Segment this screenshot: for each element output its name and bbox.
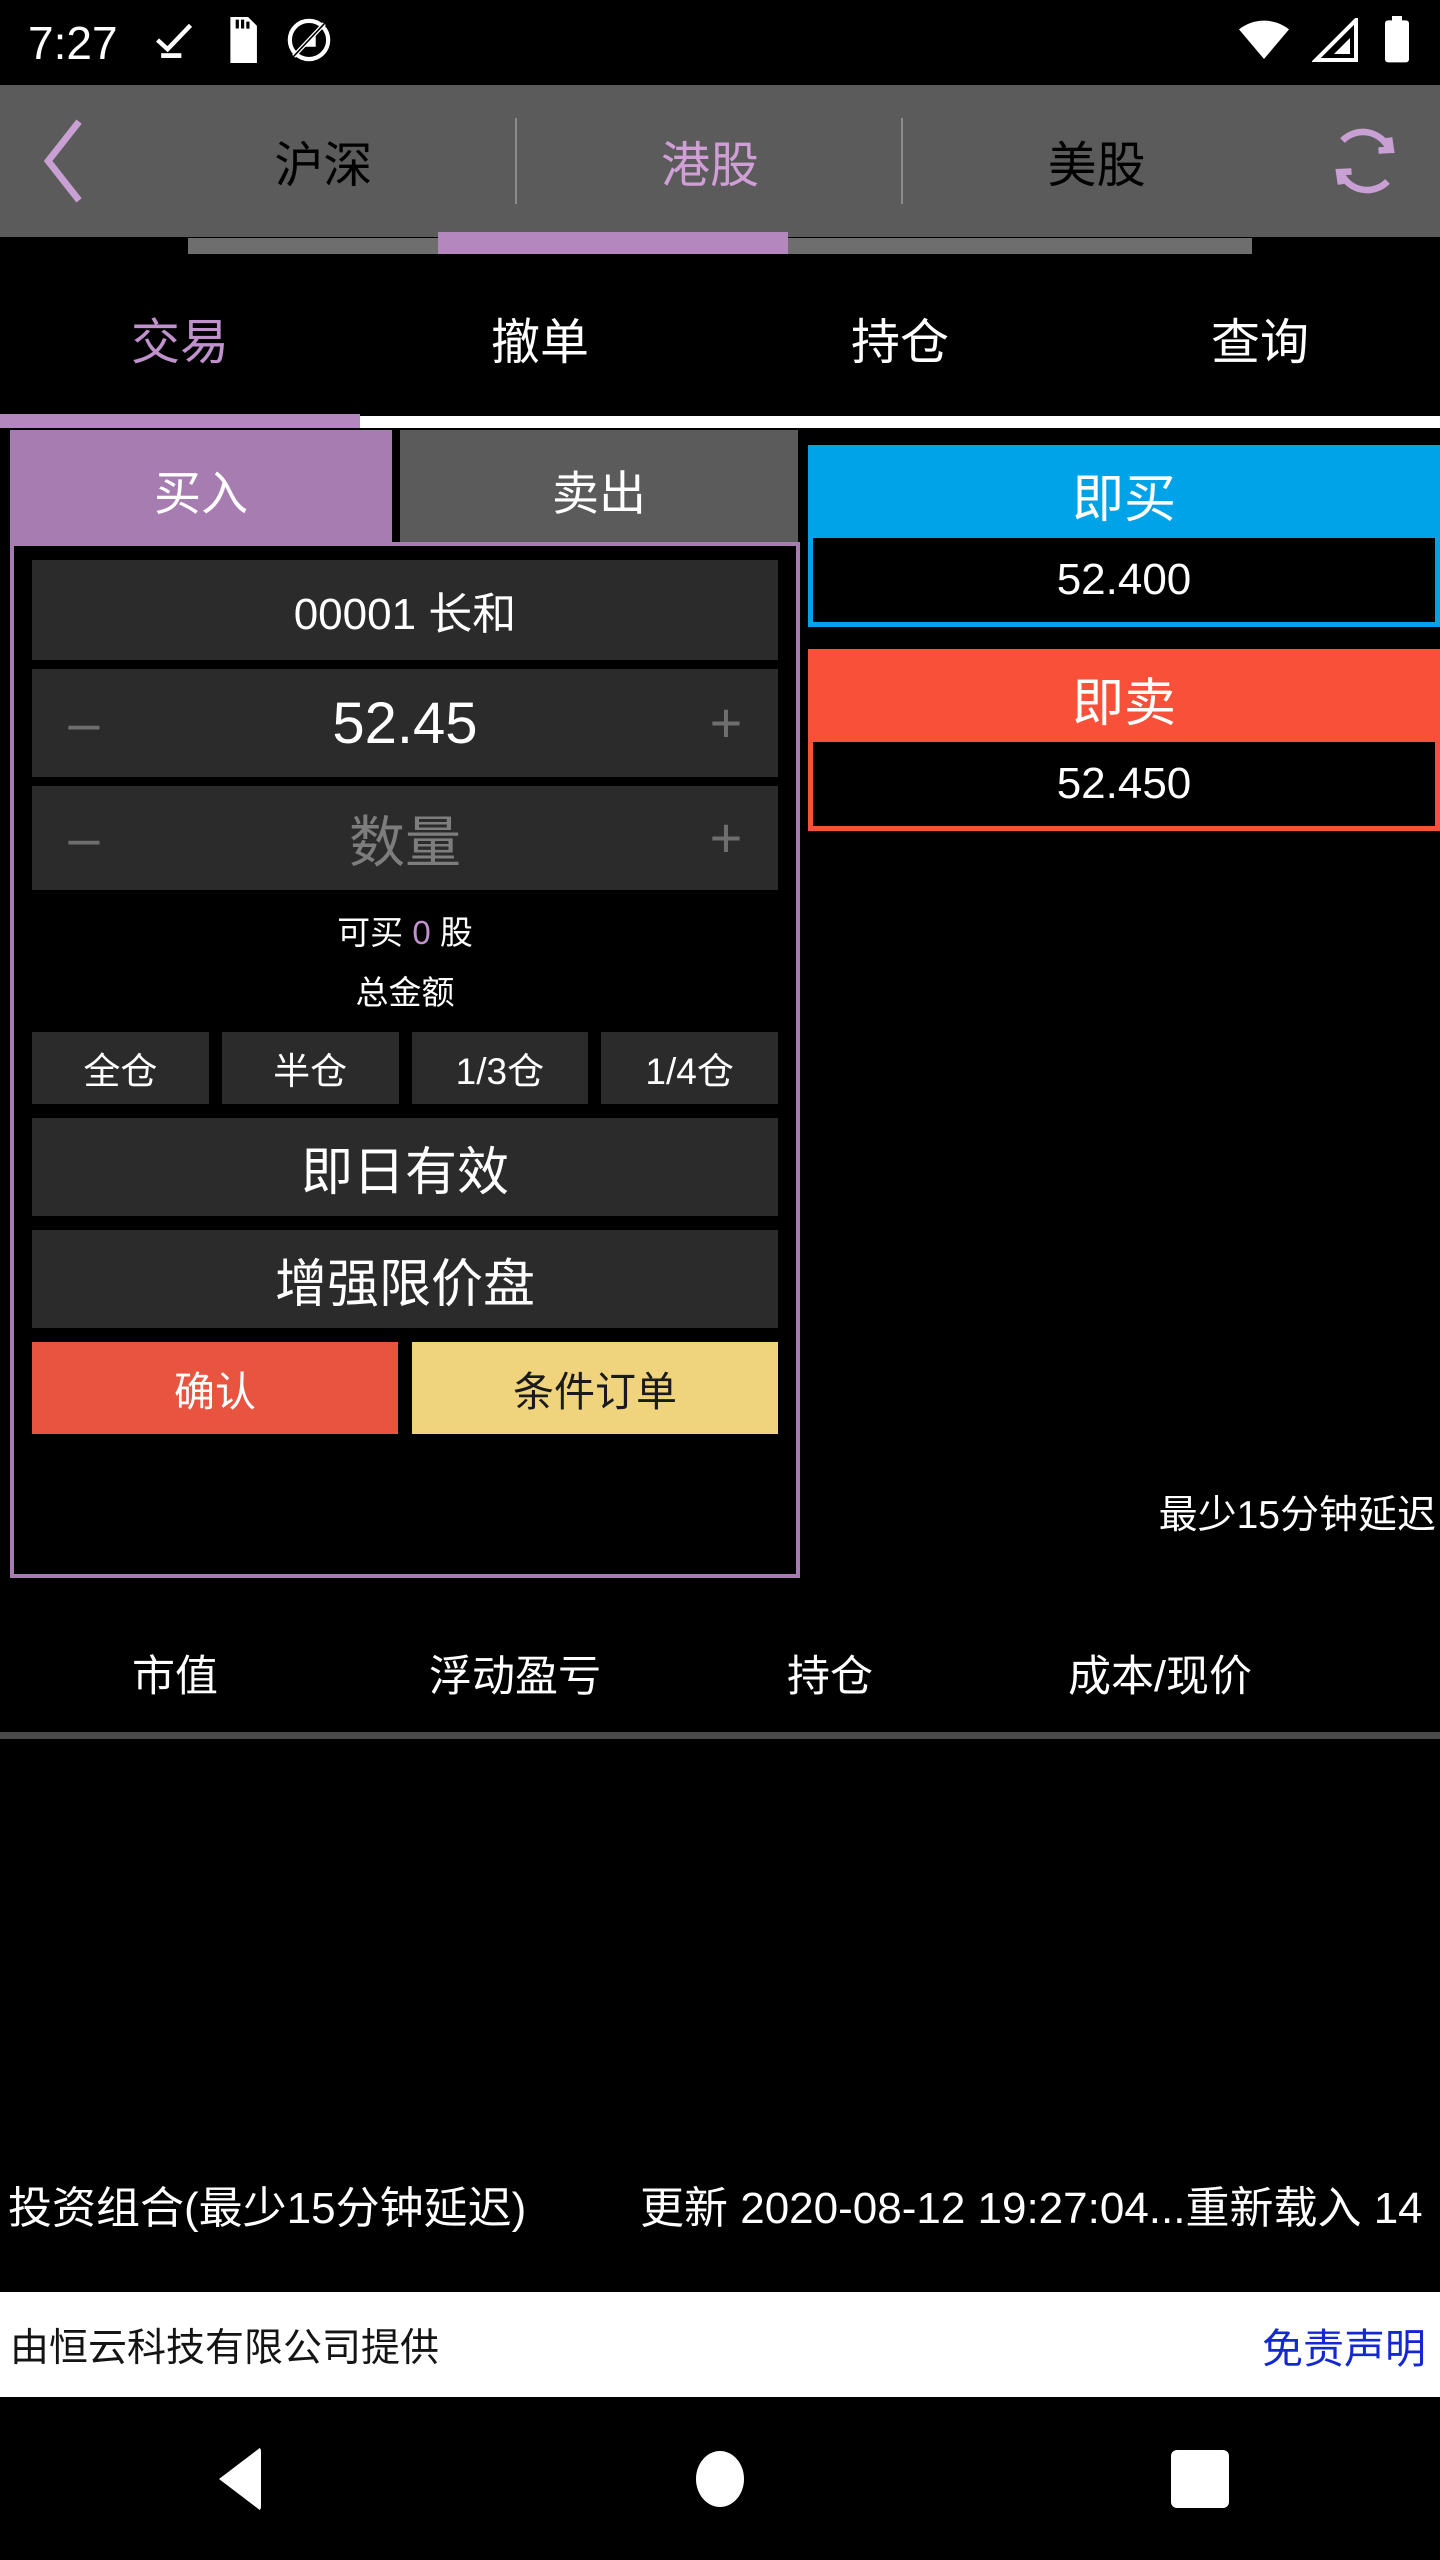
tab-label: 持仓 bbox=[850, 315, 949, 370]
symbol-value: 00001 长和 bbox=[293, 590, 517, 639]
order-action-buttons: 确认 条件订单 bbox=[32, 1342, 778, 1434]
tab-trade[interactable]: 交易 bbox=[0, 256, 360, 420]
wifi-icon bbox=[1238, 19, 1290, 66]
tab-gap bbox=[392, 430, 400, 548]
status-bar-clock: 7:27 bbox=[28, 16, 118, 69]
available-suffix: 股 bbox=[439, 914, 473, 951]
column-header-cost-price: 成本/现价 bbox=[1068, 1652, 1252, 1701]
confirm-button[interactable]: 确认 bbox=[32, 1342, 398, 1434]
quantity-decrement-button[interactable]: – bbox=[36, 786, 132, 890]
position-size-buttons: 全仓 半仓 1/3仓 1/4仓 bbox=[32, 1032, 778, 1104]
quote-panel: 即买 52.400 即卖 52.450 bbox=[808, 445, 1440, 853]
tab-label: 撤单 bbox=[490, 315, 589, 370]
total-amount-row: 总金额 bbox=[32, 966, 778, 1014]
market-tab-hongkong[interactable]: 港股 bbox=[517, 85, 904, 237]
buy-tab[interactable]: 买入 bbox=[10, 430, 392, 548]
function-tab-underline bbox=[0, 414, 1440, 428]
sell-tab[interactable]: 卖出 bbox=[400, 430, 798, 548]
market-tab-shenzhen[interactable]: 沪深 bbox=[130, 85, 517, 237]
checkmark-icon bbox=[152, 18, 196, 67]
recents-icon bbox=[1171, 2449, 1229, 2508]
market-tab-label: 美股 bbox=[1047, 138, 1146, 193]
function-tab-indicator bbox=[0, 414, 360, 428]
price-value: 52.45 bbox=[332, 690, 478, 756]
disclaimer-link[interactable]: 免责声明 bbox=[1262, 2315, 1426, 2375]
function-tab-track bbox=[360, 416, 1440, 428]
function-tab-bar: 交易 撤单 持仓 查询 bbox=[0, 256, 1440, 420]
quantity-increment-button[interactable]: + bbox=[678, 786, 774, 890]
price-field[interactable]: – 52.45 + bbox=[32, 669, 778, 777]
portfolio-column-headers: 市值 浮动盈亏 持仓 成本/现价 bbox=[0, 1610, 1440, 1735]
app-screen: 7:27 沪深 港股 美股 交易 撤单 持仓 查询 买入 卖出 00001 长和… bbox=[0, 0, 1440, 2560]
ask-title: 即卖 bbox=[813, 654, 1435, 742]
back-icon bbox=[219, 2446, 261, 2511]
android-status-bar: 7:27 bbox=[0, 0, 1440, 85]
market-tab-label: 沪深 bbox=[274, 138, 373, 193]
ask-quote-box[interactable]: 即卖 52.450 bbox=[808, 649, 1440, 831]
status-bar-left-icons bbox=[152, 17, 332, 68]
position-quarter-button[interactable]: 1/4仓 bbox=[601, 1032, 778, 1104]
nav-recents-button[interactable] bbox=[1100, 2397, 1300, 2560]
symbol-field[interactable]: 00001 长和 bbox=[32, 560, 778, 660]
buy-sell-tabs: 买入 卖出 bbox=[10, 430, 800, 548]
price-decrement-button[interactable]: – bbox=[36, 669, 132, 777]
chevron-left-icon bbox=[43, 119, 82, 203]
back-button[interactable] bbox=[0, 85, 130, 237]
nav-back-button[interactable] bbox=[140, 2397, 340, 2560]
market-tab-label: 港股 bbox=[661, 138, 760, 193]
sell-tab-label: 卖出 bbox=[552, 466, 646, 520]
market-tab-indicator bbox=[438, 232, 788, 254]
column-header-holdings: 持仓 bbox=[787, 1652, 873, 1701]
home-icon bbox=[696, 2450, 744, 2507]
provider-text: 由恒云科技有限公司提供 bbox=[10, 2326, 440, 2370]
last-update-text[interactable]: 更新 2020-08-12 19:27:04...重新载入 14 bbox=[640, 2172, 1423, 2236]
validity-select[interactable]: 即日有效 bbox=[32, 1118, 778, 1216]
legal-bar: 由恒云科技有限公司提供 免责声明 bbox=[0, 2292, 1440, 2397]
conditional-order-button[interactable]: 条件订单 bbox=[412, 1342, 778, 1434]
tab-label: 交易 bbox=[130, 315, 229, 370]
available-quantity-text: 可买 0 股 bbox=[32, 906, 778, 954]
quantity-placeholder: 数量 bbox=[349, 810, 461, 874]
order-entry-panel: 买入 卖出 00001 长和 – 52.45 + – 数量 + 可买 0 股 总… bbox=[10, 430, 800, 1578]
position-half-button[interactable]: 半仓 bbox=[221, 1032, 399, 1104]
validity-value: 即日有效 bbox=[300, 1143, 509, 1202]
status-bar-right-icons bbox=[1238, 15, 1412, 69]
tab-cancel-order[interactable]: 撤单 bbox=[360, 256, 720, 420]
buy-tab-label: 买入 bbox=[154, 466, 248, 520]
bid-title: 即买 bbox=[813, 450, 1435, 538]
nav-home-button[interactable] bbox=[620, 2397, 820, 2560]
battery-icon bbox=[1382, 16, 1412, 69]
signal-icon bbox=[1311, 15, 1360, 67]
order-type-value: 增强限价盘 bbox=[274, 1255, 535, 1314]
footer-status-bar: 投资组合(最少15分钟延迟) 更新 2020-08-12 19:27:04...… bbox=[0, 2140, 1440, 2280]
portfolio-header-divider bbox=[0, 1732, 1440, 1739]
android-nav-bar bbox=[0, 2397, 1440, 2560]
portfolio-delay-label: 投资组合(最少15分钟延迟) bbox=[8, 2184, 527, 2233]
ask-price: 52.450 bbox=[813, 742, 1435, 826]
sdcard-icon bbox=[222, 17, 260, 68]
quote-delay-note: 最少15分钟延迟 bbox=[1158, 1494, 1436, 1537]
position-third-button[interactable]: 1/3仓 bbox=[411, 1032, 589, 1104]
column-header-market-value: 市值 bbox=[132, 1652, 218, 1701]
bid-price: 52.400 bbox=[813, 538, 1435, 622]
tab-positions[interactable]: 持仓 bbox=[720, 256, 1080, 420]
available-prefix: 可买 bbox=[337, 914, 404, 951]
bid-quote-box[interactable]: 即买 52.400 bbox=[808, 445, 1440, 627]
do-not-disturb-icon bbox=[286, 17, 332, 68]
column-header-pnl: 浮动盈亏 bbox=[429, 1652, 601, 1701]
market-tab-us[interactable]: 美股 bbox=[903, 85, 1290, 237]
refresh-button[interactable] bbox=[1290, 85, 1440, 237]
portfolio-list-empty[interactable] bbox=[0, 1739, 1440, 2140]
quantity-field[interactable]: – 数量 + bbox=[32, 786, 778, 890]
available-quantity-value: 0 bbox=[412, 914, 431, 951]
market-tab-bar: 沪深 港股 美股 bbox=[0, 85, 1440, 237]
position-full-button[interactable]: 全仓 bbox=[32, 1032, 209, 1104]
refresh-icon bbox=[1335, 128, 1395, 194]
tab-query[interactable]: 查询 bbox=[1080, 256, 1440, 420]
order-form-body: 00001 长和 – 52.45 + – 数量 + 可买 0 股 总金额 全仓 … bbox=[10, 542, 800, 1578]
tab-label: 查询 bbox=[1210, 315, 1309, 370]
price-increment-button[interactable]: + bbox=[678, 669, 774, 777]
total-amount-label: 总金额 bbox=[355, 974, 455, 1011]
order-type-select[interactable]: 增强限价盘 bbox=[32, 1230, 778, 1328]
